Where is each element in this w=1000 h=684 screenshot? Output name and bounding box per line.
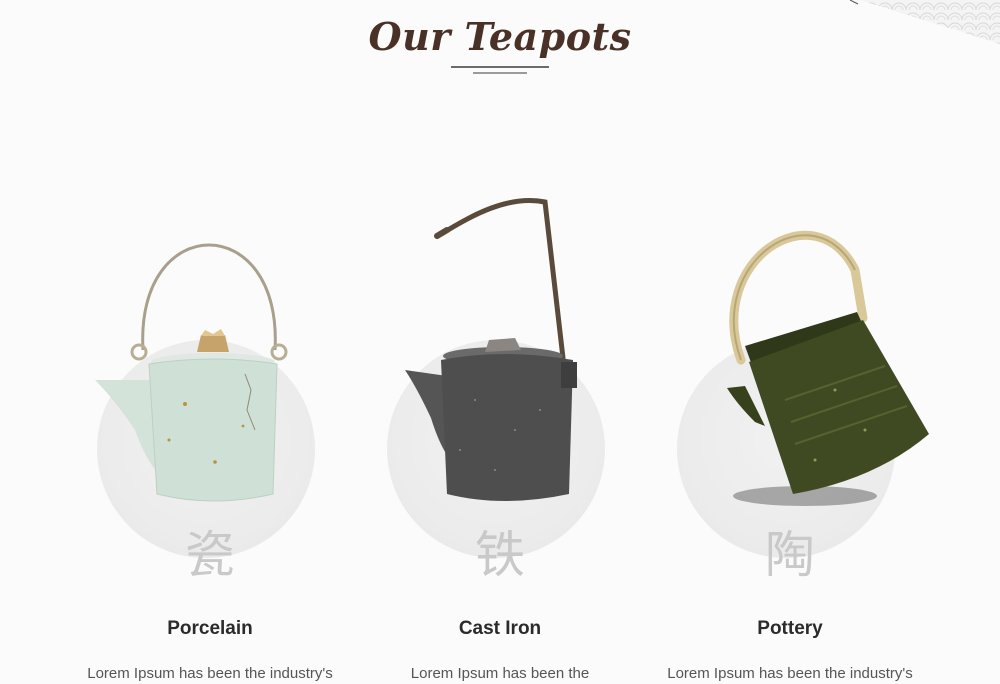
card-title-porcelain[interactable]: Porcelain [65,618,355,640]
porcelain-glyph: 瓷 [185,526,235,584]
porcelain-teapot-image [95,243,288,502]
card-description: Lorem Ipsum has been the industry's [667,665,913,682]
card-description: Lorem Ipsum has been the [410,665,590,682]
card-title-cast-iron[interactable]: Cast Iron [355,618,645,640]
title-underline [451,66,549,76]
teapot-card-porcelain[interactable]: 瓷 Porcelain Lorem Ipsum has been the ind… [65,190,355,682]
cast-iron-teapot-image [405,198,577,501]
pottery-teapot-image [727,230,929,506]
cast-iron-glyph: 铁 [475,526,525,584]
teapot-card-pottery[interactable]: 陶 Pottery Lorem Ipsum has been the indus… [645,190,935,682]
pottery-glyph: 陶 [765,526,815,584]
section-title: Our Teapots [368,14,632,59]
teapot-card-cast-iron[interactable]: 铁 Cast Iron Lorem Ipsum has been the [355,190,645,682]
card-description: Lorem Ipsum has been the industry's [87,665,333,682]
card-title-pottery[interactable]: Pottery [645,618,935,640]
